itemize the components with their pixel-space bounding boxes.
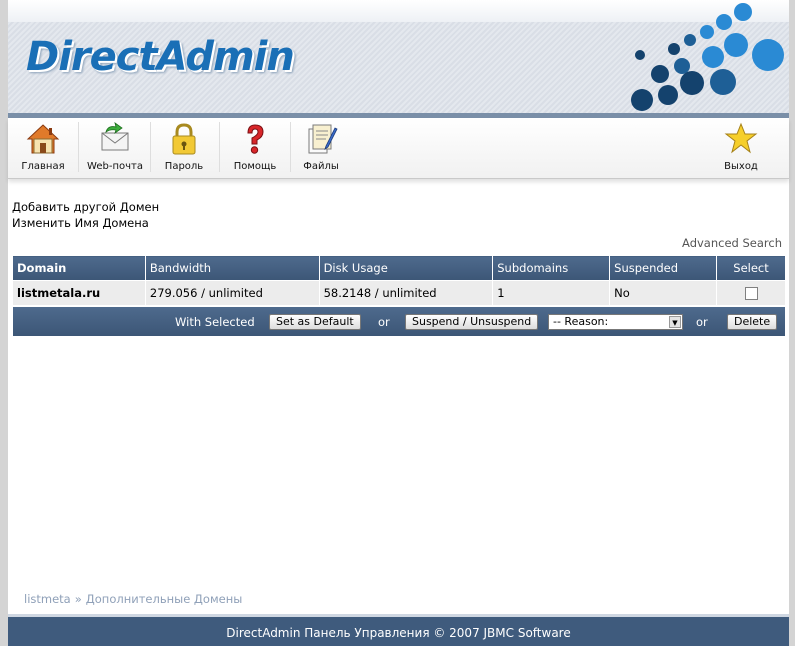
row-select-checkbox[interactable] [744, 287, 758, 300]
help-icon [247, 124, 264, 154]
logo-dots-graphic [631, 3, 784, 111]
breadcrumb-separator: » [74, 592, 82, 606]
suspend-button[interactable]: Suspend / Unsuspend [405, 314, 539, 330]
home-icon [26, 124, 60, 154]
right-frame [789, 0, 795, 646]
reason-select[interactable]: -- Reason: ▼ [548, 314, 683, 330]
header-banner: DirectAdmin [8, 0, 789, 113]
col-header-select: Select [716, 255, 786, 281]
chevron-down-icon: ▼ [669, 316, 681, 328]
col-header-domain[interactable]: Domain [12, 255, 146, 281]
toolbar-separator [78, 122, 79, 172]
suspended-cell: No [609, 280, 718, 306]
reason-select-value: -- Reason: [553, 315, 609, 328]
toolbar-separator [150, 122, 151, 172]
col-header-suspended[interactable]: Suspended [609, 255, 718, 281]
subdomains-cell: 1 [492, 280, 611, 306]
domain-name-link[interactable]: listmetala.ru [12, 280, 146, 306]
toolbar-webmail[interactable]: Web-почта [84, 118, 146, 176]
toolbar-separator [219, 122, 220, 172]
toolbar-home-label: Главная [21, 161, 65, 172]
add-domain-link[interactable]: Добавить другой Домен [12, 199, 159, 215]
footer-text: DirectAdmin Панель Управления © 2007 JBM… [226, 626, 571, 640]
bandwidth-cell: 279.056 / unlimited [144, 280, 320, 306]
toolbar-help-label: Помощь [233, 161, 277, 172]
toolbar-logout-label: Выход [724, 161, 758, 172]
footer: DirectAdmin Панель Управления © 2007 JBM… [8, 614, 789, 646]
action-bar: With Selected Set as Default or Suspend … [13, 307, 785, 336]
domain-links: Добавить другой Домен Изменить Имя Домен… [12, 199, 159, 231]
table-row: listmetala.ru 279.056 / unlimited 58.214… [12, 280, 786, 306]
table-header-row: Domain Bandwidth Disk Usage Subdomains S… [12, 255, 786, 281]
select-cell [716, 280, 786, 306]
files-icon [308, 124, 338, 154]
or-label: or [378, 315, 390, 329]
toolbar-password-label: Пароль [164, 161, 204, 172]
breadcrumb: listmeta» Дополнительные Домены [24, 592, 242, 606]
mail-icon [101, 122, 129, 151]
toolbar-logout[interactable]: Выход [710, 118, 772, 176]
col-header-subdomains[interactable]: Subdomains [492, 255, 611, 281]
advanced-search-link[interactable]: Advanced Search [682, 236, 782, 250]
col-header-bandwidth[interactable]: Bandwidth [144, 255, 320, 281]
toolbar-help[interactable]: Помощь [222, 118, 288, 176]
disk-usage-cell: 58.2148 / unlimited [318, 280, 494, 306]
rename-domain-link[interactable]: Изменить Имя Домена [12, 215, 159, 231]
domains-table: Domain Bandwidth Disk Usage Subdomains S… [12, 255, 786, 306]
lock-icon [172, 123, 196, 155]
or-label: or [696, 315, 708, 329]
star-icon [724, 122, 758, 154]
left-frame [0, 0, 8, 646]
toolbar-files[interactable]: Файлы [290, 118, 352, 176]
logo: DirectAdmin [26, 34, 295, 80]
toolbar: Главная Web-почта Пароль Помощь Файлы Вы… [8, 118, 789, 179]
toolbar-files-label: Файлы [303, 161, 339, 172]
breadcrumb-current[interactable]: Дополнительные Домены [86, 592, 243, 606]
toolbar-webmail-label: Web-почта [87, 161, 143, 172]
col-header-disk-usage[interactable]: Disk Usage [318, 255, 494, 281]
set-default-button[interactable]: Set as Default [269, 314, 361, 330]
breadcrumb-root-link[interactable]: listmeta [24, 592, 71, 606]
delete-button[interactable]: Delete [727, 314, 778, 330]
toolbar-password[interactable]: Пароль [154, 118, 214, 176]
toolbar-home[interactable]: Главная [12, 118, 74, 176]
with-selected-label: With Selected [175, 315, 255, 329]
